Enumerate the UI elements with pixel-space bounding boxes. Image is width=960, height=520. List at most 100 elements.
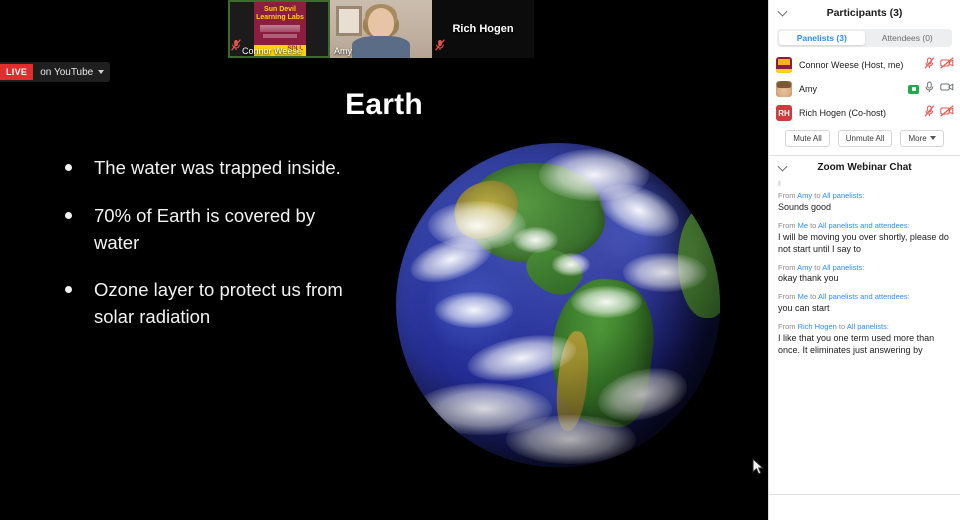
participants-list: Connor Weese (Host, me) Amy RH Rich Hoge… xyxy=(769,53,960,125)
slide-bullet: Ozone layer to protect us from solar rad… xyxy=(55,277,355,331)
cloud-layer xyxy=(396,143,720,467)
chat-recipient: All panelists xyxy=(846,322,887,332)
participant-row[interactable]: Connor Weese (Host, me) xyxy=(769,53,960,77)
slide-title: Earth xyxy=(345,88,423,121)
torso xyxy=(352,36,410,58)
live-indicator: LIVE xyxy=(0,64,34,80)
unmute-all-button[interactable]: Unmute All xyxy=(837,129,893,147)
to-label: to xyxy=(808,292,819,302)
mic-muted-icon[interactable] xyxy=(924,56,935,74)
chat-message-list[interactable]: ‖ From Amy to All panelists: Sounds good… xyxy=(769,179,960,520)
participant-status-icons xyxy=(908,80,954,98)
chat-title: Zoom Webinar Chat xyxy=(817,162,912,173)
video-off-icon[interactable] xyxy=(940,56,954,74)
scrolled-message-clip: ‖ xyxy=(778,181,783,188)
video-on-icon[interactable] xyxy=(940,80,954,98)
more-button[interactable]: More xyxy=(900,129,944,147)
card-subtext-block-2 xyxy=(263,34,297,39)
chat-recipient: All panelists and attendees xyxy=(818,220,908,230)
chat-input-area[interactable] xyxy=(769,494,960,520)
to-label: to xyxy=(812,262,823,272)
participant-action-buttons: Mute All Unmute All More xyxy=(769,125,960,155)
participant-status-icons xyxy=(924,104,954,122)
video-tile-amy[interactable]: Amy xyxy=(330,0,432,58)
video-tile-name: Rich Hogen xyxy=(452,23,514,35)
chevron-collapse-icon[interactable] xyxy=(777,161,788,172)
chevron-down-icon[interactable] xyxy=(98,70,105,74)
presentation-slide: Earth The water was trapped inside. 70% … xyxy=(0,0,768,520)
mic-muted-icon[interactable] xyxy=(924,104,935,122)
face xyxy=(368,8,394,38)
chat-message-text: I will be moving you over shortly, pleas… xyxy=(778,231,949,254)
chat-message-meta: From Me to All panelists and attendees: xyxy=(778,221,951,231)
live-stream-badge[interactable]: LIVE on YouTube xyxy=(0,62,111,82)
chat-recipient: All panelists xyxy=(822,191,863,200)
meta-colon: : xyxy=(862,191,865,200)
chat-sender: Amy xyxy=(797,191,813,200)
chat-message-meta: From Me to All panelists and attendees: xyxy=(778,292,951,302)
chat-message: From Amy to All panelists: okay thank yo… xyxy=(778,263,951,285)
speaking-indicator-icon xyxy=(908,84,919,94)
to-label: to xyxy=(836,322,847,332)
right-side-panel: Participants (3) Panelists (3) Attendees… xyxy=(768,0,960,520)
tab-attendees[interactable]: Attendees (0) xyxy=(865,31,951,45)
avatar xyxy=(776,57,792,73)
chat-message-text: I like that you one term used more than … xyxy=(778,332,935,356)
participant-name: Rich Hogen (Co-host) xyxy=(799,108,887,118)
chat-sender: Rich Hogen xyxy=(797,322,837,332)
chat-message-text: Sounds good xyxy=(778,201,832,212)
card-subtext-block xyxy=(260,25,300,33)
chat-message-meta: From Amy to All panelists: xyxy=(778,191,951,201)
meta-colon: : xyxy=(907,220,910,230)
stream-platform-label[interactable]: on YouTube xyxy=(33,67,110,78)
meta-colon: : xyxy=(886,322,889,332)
video-tile-connor-weese[interactable]: Sun Devil Learning Labs SDLL Connor Wees… xyxy=(228,0,330,58)
chevron-down-icon xyxy=(929,136,936,140)
participant-name: Amy xyxy=(799,84,817,94)
participants-tabs: Panelists (3) Attendees (0) xyxy=(777,29,952,47)
wall-picture-frame xyxy=(336,6,362,36)
to-label: to xyxy=(808,220,819,230)
zoom-webinar-window: Earth The water was trapped inside. 70% … xyxy=(0,0,960,520)
chat-message: From Amy to All panelists: Sounds good xyxy=(778,191,951,213)
participant-name: Connor Weese (Host, me) xyxy=(799,60,904,70)
video-off-icon[interactable] xyxy=(940,104,954,122)
participant-status-icons xyxy=(924,56,954,74)
card-line-1: Sun Devil xyxy=(264,6,296,13)
mic-on-icon[interactable] xyxy=(924,80,935,98)
video-tile-name: Amy xyxy=(334,46,352,56)
from-label: From xyxy=(778,322,798,332)
chat-message-text: you can start xyxy=(778,303,830,314)
chat-message: From Me to All panelists and attendees: … xyxy=(778,221,951,255)
from-label: From xyxy=(778,262,798,272)
chat-message: From Rich Hogen to All panelists: I like… xyxy=(778,322,951,356)
to-label: to xyxy=(812,191,823,200)
mute-all-button[interactable]: Mute All xyxy=(785,129,830,147)
platform-text: on YouTube xyxy=(40,66,94,78)
tab-panelists[interactable]: Panelists (3) xyxy=(779,31,865,45)
participant-row[interactable]: RH Rich Hogen (Co-host) xyxy=(769,101,960,125)
chat-panel-header: Zoom Webinar Chat xyxy=(769,155,960,179)
from-label: From xyxy=(778,220,798,230)
participant-row[interactable]: Amy xyxy=(769,77,960,101)
from-label: From xyxy=(778,191,798,200)
slide-bullet: The water was trapped inside. xyxy=(55,155,355,182)
slide-bullet-list: The water was trapped inside. 70% of Ear… xyxy=(55,155,355,352)
video-tile-name: Connor Weese xyxy=(242,46,302,56)
chevron-collapse-icon[interactable] xyxy=(777,6,788,17)
avatar xyxy=(776,81,792,97)
card-line-2: Learning Labs xyxy=(256,14,304,22)
chat-sender: Amy xyxy=(797,262,813,272)
chat-message-meta: From Amy to All panelists: xyxy=(778,263,951,273)
slide-bullet: 70% of Earth is covered by water xyxy=(55,203,355,257)
shared-screen-stage[interactable]: Earth The water was trapped inside. 70% … xyxy=(0,0,768,520)
chat-message: From Me to All panelists and attendees: … xyxy=(778,292,951,314)
video-tile-rich-hogen[interactable]: Rich Hogen xyxy=(432,0,534,58)
from-label: From xyxy=(778,292,798,302)
more-label: More xyxy=(908,133,927,143)
video-thumbnail-strip: Sun Devil Learning Labs SDLL Connor Wees… xyxy=(228,0,534,58)
avatar: RH xyxy=(776,105,792,121)
chat-message-meta: From Rich Hogen to All panelists: xyxy=(778,322,951,332)
chat-sender: Me xyxy=(797,220,809,230)
mic-muted-icon xyxy=(231,38,241,56)
